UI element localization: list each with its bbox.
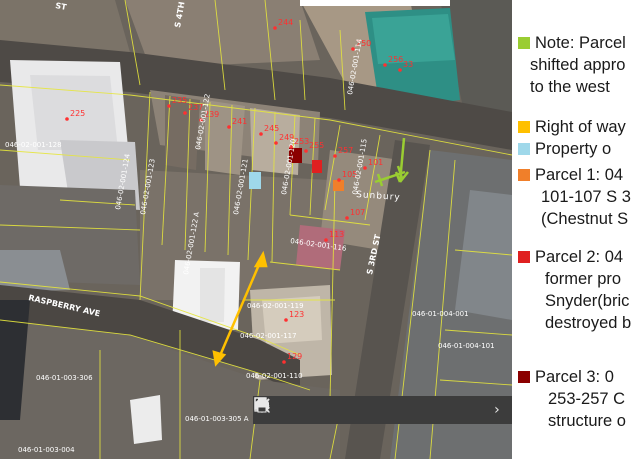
address-label: 33	[403, 60, 413, 69]
legend-parcel3-line: 253-257 C	[548, 390, 626, 408]
parcel-id-label: 046-01-003-305 A	[185, 415, 249, 423]
parcel-id-label: 046-02-001-128	[5, 141, 62, 149]
parcel-id-label: 046-02-001-117	[240, 332, 297, 340]
legend-parcel2-line: Parcel 2: 04	[535, 248, 624, 266]
parcel-id-label: 046-02-001-110	[246, 372, 303, 380]
address-label: 225	[70, 109, 85, 118]
address-label: 129	[287, 352, 302, 361]
address-label: 255	[309, 141, 324, 150]
parcel-id-label: 046-02-001-119	[247, 302, 304, 310]
legend-parcel3-line: Parcel 3: 0	[535, 368, 614, 386]
address-point	[167, 104, 171, 108]
print-icon	[255, 398, 269, 413]
address-label: 245	[264, 124, 279, 133]
legend-row-line: Right of way	[535, 118, 626, 136]
property-marker[interactable]	[249, 172, 261, 189]
address-label: 257	[338, 146, 353, 155]
parcel-id-label: 046-01-004-001	[412, 310, 469, 318]
address-point	[383, 63, 387, 67]
legend-parcel2: Parcel 2: 04 former pro Snyder(bric dest…	[518, 246, 631, 334]
address-point	[333, 154, 337, 158]
draw-button[interactable]	[254, 397, 410, 421]
address-point	[183, 111, 187, 115]
legend-parcel1-line: Parcel 1: 04	[535, 166, 624, 184]
legend-property: Property o	[518, 138, 611, 160]
address-label: 113	[329, 230, 344, 239]
address-point	[274, 141, 278, 145]
next-button[interactable]: ›	[486, 399, 508, 421]
address-point	[398, 68, 402, 72]
address-point	[259, 132, 263, 136]
address-point	[65, 117, 69, 121]
legend-parcel1-line: (Chestnut S	[541, 210, 629, 228]
legend-row: Right of way	[518, 116, 626, 138]
address-point	[273, 26, 277, 30]
zoom-search-button[interactable]	[254, 397, 344, 421]
address-label: 256	[388, 55, 403, 64]
address-point	[337, 178, 341, 182]
address-label: 101	[368, 158, 383, 167]
map-legend: Note: Parcel shifted appro to the west R…	[512, 0, 640, 459]
legend-note: Note: Parcel shifted appro to the west	[518, 32, 626, 98]
property-swatch	[518, 143, 530, 155]
basemap-button[interactable]	[255, 398, 443, 421]
address-point	[282, 360, 286, 364]
legend-parcel1-line: 101-107 S 3	[541, 188, 631, 206]
address-label: 107	[350, 208, 365, 217]
parcel3-swatch	[518, 371, 530, 383]
legend-property-line: Property o	[535, 140, 612, 158]
address-label: 123	[289, 310, 304, 319]
legend-parcel3: Parcel 3: 0 253-257 C structure o	[518, 366, 626, 432]
parcel2-swatch	[518, 251, 530, 263]
map-toolbar: ‹ ›	[253, 396, 512, 424]
legend-parcel2-line: former pro	[545, 270, 622, 288]
top-overlay-box	[300, 0, 450, 6]
next-glyph: ›	[494, 402, 500, 418]
aerial-map[interactable]: 244 250 256 33 225 235 237 239 241 245 249 253 255 25…	[0, 0, 512, 459]
address-label: 241	[232, 117, 247, 126]
layers-button[interactable]	[254, 398, 312, 421]
legend-note-line: Note: Parcel	[535, 34, 626, 52]
legend-parcel1: Parcel 1: 04 101-107 S 3 (Chestnut S	[518, 164, 631, 230]
row-swatch	[518, 121, 530, 133]
legend-parcel3-line: structure o	[548, 412, 626, 430]
legend-note-line: to the west	[530, 78, 610, 96]
location-button[interactable]	[256, 397, 377, 421]
map-canvas: 24425025633225235237239241245249 253 25525…	[0, 0, 512, 459]
legend-parcel2-line: destroyed b	[545, 314, 632, 332]
parcel-id-label: 046-01-003-306	[36, 374, 93, 382]
print-button[interactable]	[255, 398, 475, 421]
parcel-id-label: 046-01-004-101	[438, 342, 495, 350]
legend-note-line: shifted appro	[530, 56, 626, 74]
address-point	[345, 216, 349, 220]
legend-parcel2-line: Snyder(bric	[545, 292, 630, 310]
address-point	[284, 318, 288, 322]
address-point	[227, 125, 231, 129]
address-label: 235	[172, 96, 187, 105]
parcel1-swatch	[518, 169, 530, 181]
note-swatch	[518, 37, 530, 49]
parcel-id-label: 046-01-003-004	[18, 446, 75, 454]
address-label: 244	[278, 18, 293, 27]
parcel-2-marker[interactable]	[312, 160, 322, 173]
address-point	[304, 149, 308, 153]
